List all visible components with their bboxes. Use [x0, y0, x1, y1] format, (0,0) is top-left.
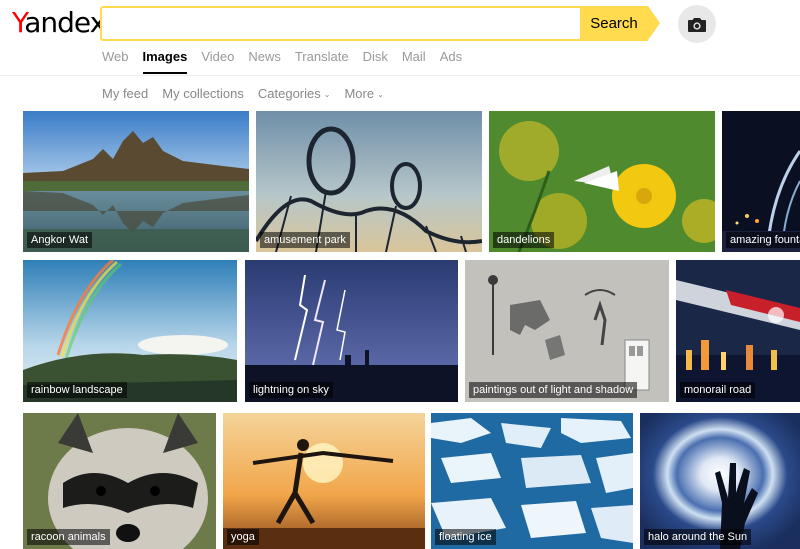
- chevron-down-icon: ⌄: [323, 90, 331, 99]
- my-feed-link[interactable]: My feed: [102, 85, 148, 104]
- image-tile-monorail-road[interactable]: monorail road: [676, 260, 800, 402]
- image-tile-dandelions[interactable]: dandelions: [489, 111, 715, 252]
- image-tile-rainbow-landscape[interactable]: rainbow landscape: [23, 260, 237, 402]
- search-input[interactable]: [102, 8, 582, 39]
- image-tile-amazing-fountain[interactable]: amazing founta: [722, 111, 800, 252]
- image-caption: dandelions: [493, 232, 555, 248]
- image-tile-yoga[interactable]: yoga: [223, 413, 425, 549]
- monorail-image: [676, 260, 800, 402]
- angkor-wat-image: [23, 111, 249, 252]
- image-caption: lightning on sky: [249, 382, 333, 398]
- header-divider: [0, 75, 800, 76]
- image-caption: floating ice: [435, 529, 496, 545]
- image-tile-paintings-light-shadow[interactable]: paintings out of light and shadow: [465, 260, 669, 402]
- image-tile-halo-sun[interactable]: halo around the Sun: [640, 413, 800, 549]
- lightning-image: [245, 260, 458, 402]
- tab-translate[interactable]: Translate: [295, 48, 349, 74]
- image-caption: yoga: [227, 529, 259, 545]
- chevron-down-icon: ⌄: [377, 90, 384, 99]
- logo-letter-y: Y: [12, 6, 25, 39]
- tab-video[interactable]: Video: [201, 48, 234, 74]
- image-caption: Angkor Wat: [27, 232, 93, 248]
- image-tile-racoon-animals[interactable]: racoon animals: [23, 413, 216, 549]
- image-grid: Angkor Wat amusement park dandelions ama…: [0, 0, 800, 549]
- fountain-image: [722, 111, 800, 252]
- search-box: [100, 6, 582, 41]
- image-caption: amusement park: [260, 232, 350, 248]
- tab-disk[interactable]: Disk: [363, 48, 388, 74]
- tab-web[interactable]: Web: [102, 48, 129, 74]
- header: Yandex Search Web Images Video News Tran…: [0, 0, 800, 76]
- image-tile-angkor-wat[interactable]: Angkor Wat: [23, 111, 249, 252]
- image-caption: monorail road: [680, 382, 756, 398]
- image-tile-amusement-park[interactable]: amusement park: [256, 111, 482, 252]
- amusement-park-image: [256, 111, 482, 252]
- camera-search-button[interactable]: [678, 5, 716, 43]
- search-button-arrow: [648, 6, 660, 40]
- tab-images[interactable]: Images: [142, 48, 188, 74]
- rainbow-landscape-image: [23, 260, 237, 402]
- image-tile-floating-ice[interactable]: floating ice: [431, 413, 633, 549]
- image-caption: racoon animals: [27, 529, 110, 545]
- categories-label: Categories: [257, 86, 321, 101]
- image-caption: paintings out of light and shadow: [469, 382, 638, 398]
- image-caption: rainbow landscape: [27, 382, 127, 398]
- image-caption: halo around the Sun: [644, 529, 752, 545]
- yandex-logo[interactable]: Yandex: [12, 4, 106, 42]
- more-dropdown[interactable]: More ⌄: [344, 85, 383, 104]
- tab-ads[interactable]: Ads: [440, 48, 462, 74]
- camera-icon: [688, 17, 706, 32]
- shadow-painting-image: [465, 260, 669, 402]
- dandelions-image: [489, 111, 715, 252]
- image-tile-lightning[interactable]: lightning on sky: [245, 260, 458, 402]
- my-collections-link[interactable]: My collections: [162, 85, 244, 104]
- image-caption: amazing founta: [726, 232, 800, 248]
- logo-rest: andex: [24, 6, 106, 39]
- tab-news[interactable]: News: [248, 48, 281, 74]
- more-label: More: [344, 86, 375, 101]
- tab-mail[interactable]: Mail: [402, 48, 426, 74]
- services-nav: Web Images Video News Translate Disk Mai…: [102, 48, 462, 74]
- images-subnav: My feed My collections Categories ⌄ More ⌄: [102, 85, 384, 104]
- search-button[interactable]: Search: [580, 6, 648, 41]
- categories-dropdown[interactable]: Categories ⌄: [258, 85, 331, 104]
